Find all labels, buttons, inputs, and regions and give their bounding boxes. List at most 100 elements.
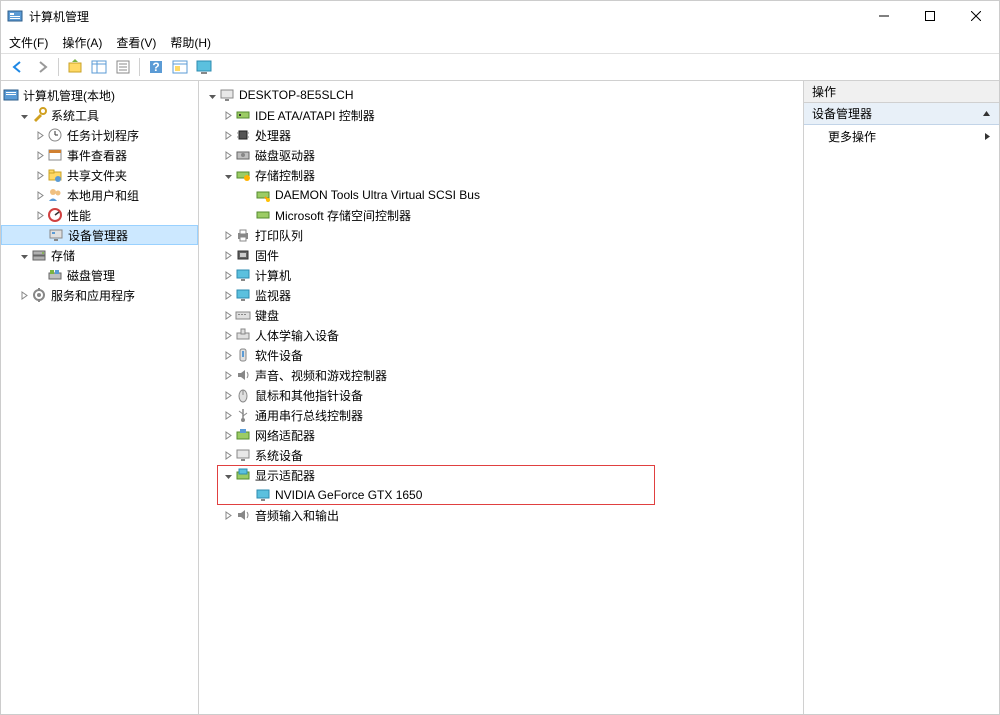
show-hide-tree-button[interactable] — [88, 56, 110, 78]
expand-caret-icon[interactable] — [221, 308, 235, 322]
device-root[interactable]: DESKTOP-8E5SLCH — [199, 85, 803, 105]
expand-caret-icon[interactable] — [221, 228, 235, 242]
expand-caret-icon[interactable] — [221, 428, 235, 442]
performance-icon — [47, 207, 63, 223]
device-label: DESKTOP-8E5SLCH — [239, 88, 354, 102]
device-label: 音频输入和输出 — [255, 507, 339, 524]
collapse-caret-icon[interactable] — [205, 88, 219, 102]
expand-caret-icon[interactable] — [221, 448, 235, 462]
expand-caret-icon[interactable] — [221, 388, 235, 402]
tree-event-viewer[interactable]: 事件查看器 — [1, 145, 198, 165]
device-firmware[interactable]: 固件 — [199, 245, 803, 265]
scan-hardware-button[interactable] — [169, 56, 191, 78]
actions-section[interactable]: 设备管理器 — [804, 103, 999, 125]
up-button[interactable] — [64, 56, 86, 78]
device-label: 键盘 — [255, 307, 279, 324]
monitor-button[interactable] — [193, 56, 215, 78]
tree-system-tools[interactable]: 系统工具 — [1, 105, 198, 125]
expand-caret-icon[interactable] — [33, 148, 47, 162]
device-audio-io[interactable]: 音频输入和输出 — [199, 505, 803, 525]
tree-disk-management[interactable]: 磁盘管理 — [1, 265, 198, 285]
expand-caret-icon[interactable] — [221, 408, 235, 422]
device-label: 计算机 — [255, 267, 291, 284]
content-area: 计算机管理(本地) 系统工具 任务计划程序 事件查看器 共享文件夹 本地用户和组 — [1, 81, 999, 714]
expand-caret-icon[interactable] — [221, 108, 235, 122]
tree-task-scheduler[interactable]: 任务计划程序 — [1, 125, 198, 145]
device-ms-storage[interactable]: Microsoft 存储空间控制器 — [199, 205, 803, 225]
menu-action[interactable]: 操作(A) — [62, 34, 102, 51]
more-actions-label: 更多操作 — [828, 128, 876, 145]
device-usb[interactable]: 通用串行总线控制器 — [199, 405, 803, 425]
menu-view[interactable]: 查看(V) — [116, 34, 156, 51]
expand-caret-icon[interactable] — [33, 168, 47, 182]
device-software-devices[interactable]: 软件设备 — [199, 345, 803, 365]
svg-text:?: ? — [152, 60, 159, 74]
actions-header: 操作 — [804, 81, 999, 103]
device-ide[interactable]: IDE ATA/ATAPI 控制器 — [199, 105, 803, 125]
ide-icon — [235, 107, 251, 123]
tree-root[interactable]: 计算机管理(本地) — [1, 85, 198, 105]
forward-button[interactable] — [31, 56, 53, 78]
device-keyboards[interactable]: 键盘 — [199, 305, 803, 325]
menu-file[interactable]: 文件(F) — [9, 34, 48, 51]
expand-caret-icon[interactable] — [221, 368, 235, 382]
tree-label: 共享文件夹 — [67, 167, 127, 184]
expand-caret-icon[interactable] — [221, 508, 235, 522]
collapse-caret-icon[interactable] — [17, 248, 31, 262]
device-hid[interactable]: 人体学输入设备 — [199, 325, 803, 345]
expand-caret-icon[interactable] — [221, 288, 235, 302]
device-cpu[interactable]: 处理器 — [199, 125, 803, 145]
device-display-adapters[interactable]: 显示适配器 — [199, 465, 803, 485]
device-label: 处理器 — [255, 127, 291, 144]
device-label: 网络适配器 — [255, 427, 315, 444]
more-actions[interactable]: 更多操作 — [804, 125, 999, 147]
tree-device-manager[interactable]: 设备管理器 — [1, 225, 198, 245]
device-daemon-tools[interactable]: DAEMON Tools Ultra Virtual SCSI Bus — [199, 185, 803, 205]
collapse-caret-icon[interactable] — [17, 108, 31, 122]
scsi-icon — [255, 187, 271, 203]
device-gpu[interactable]: NVIDIA GeForce GTX 1650 — [199, 485, 803, 505]
expand-caret-icon[interactable] — [221, 348, 235, 362]
device-computer[interactable]: 计算机 — [199, 265, 803, 285]
expand-caret-icon[interactable] — [221, 248, 235, 262]
tree-label: 任务计划程序 — [67, 127, 139, 144]
device-label: 监视器 — [255, 287, 291, 304]
minimize-button[interactable] — [861, 1, 907, 31]
device-storage-controllers[interactable]: 存储控制器 — [199, 165, 803, 185]
gpu-icon — [255, 487, 271, 503]
tree-storage[interactable]: 存储 — [1, 245, 198, 265]
device-label: 打印队列 — [255, 227, 303, 244]
device-disk-drives[interactable]: 磁盘驱动器 — [199, 145, 803, 165]
device-system-devices[interactable]: 系统设备 — [199, 445, 803, 465]
system-device-icon — [235, 447, 251, 463]
properties-button[interactable] — [112, 56, 134, 78]
expand-caret-icon[interactable] — [221, 268, 235, 282]
expand-caret-icon[interactable] — [17, 288, 31, 302]
tree-local-users[interactable]: 本地用户和组 — [1, 185, 198, 205]
clock-icon — [47, 127, 63, 143]
expand-caret-icon[interactable] — [221, 328, 235, 342]
expand-caret-icon[interactable] — [33, 128, 47, 142]
collapse-caret-icon[interactable] — [221, 468, 235, 482]
tree-performance[interactable]: 性能 — [1, 205, 198, 225]
device-network[interactable]: 网络适配器 — [199, 425, 803, 445]
printer-icon — [235, 227, 251, 243]
device-mice[interactable]: 鼠标和其他指针设备 — [199, 385, 803, 405]
collapse-caret-icon[interactable] — [221, 168, 235, 182]
tree-services-apps[interactable]: 服务和应用程序 — [1, 285, 198, 305]
device-sound[interactable]: 声音、视频和游戏控制器 — [199, 365, 803, 385]
tree-shared-folders[interactable]: 共享文件夹 — [1, 165, 198, 185]
device-monitors[interactable]: 监视器 — [199, 285, 803, 305]
device-label: 存储控制器 — [255, 167, 315, 184]
expand-caret-icon[interactable] — [221, 128, 235, 142]
expand-caret-icon[interactable] — [221, 148, 235, 162]
device-print-queues[interactable]: 打印队列 — [199, 225, 803, 245]
device-label: DAEMON Tools Ultra Virtual SCSI Bus — [275, 188, 480, 202]
menu-help[interactable]: 帮助(H) — [170, 34, 211, 51]
back-button[interactable] — [7, 56, 29, 78]
maximize-button[interactable] — [907, 1, 953, 31]
help-button[interactable]: ? — [145, 56, 167, 78]
close-button[interactable] — [953, 1, 999, 31]
expand-caret-icon[interactable] — [33, 188, 47, 202]
expand-caret-icon[interactable] — [33, 208, 47, 222]
